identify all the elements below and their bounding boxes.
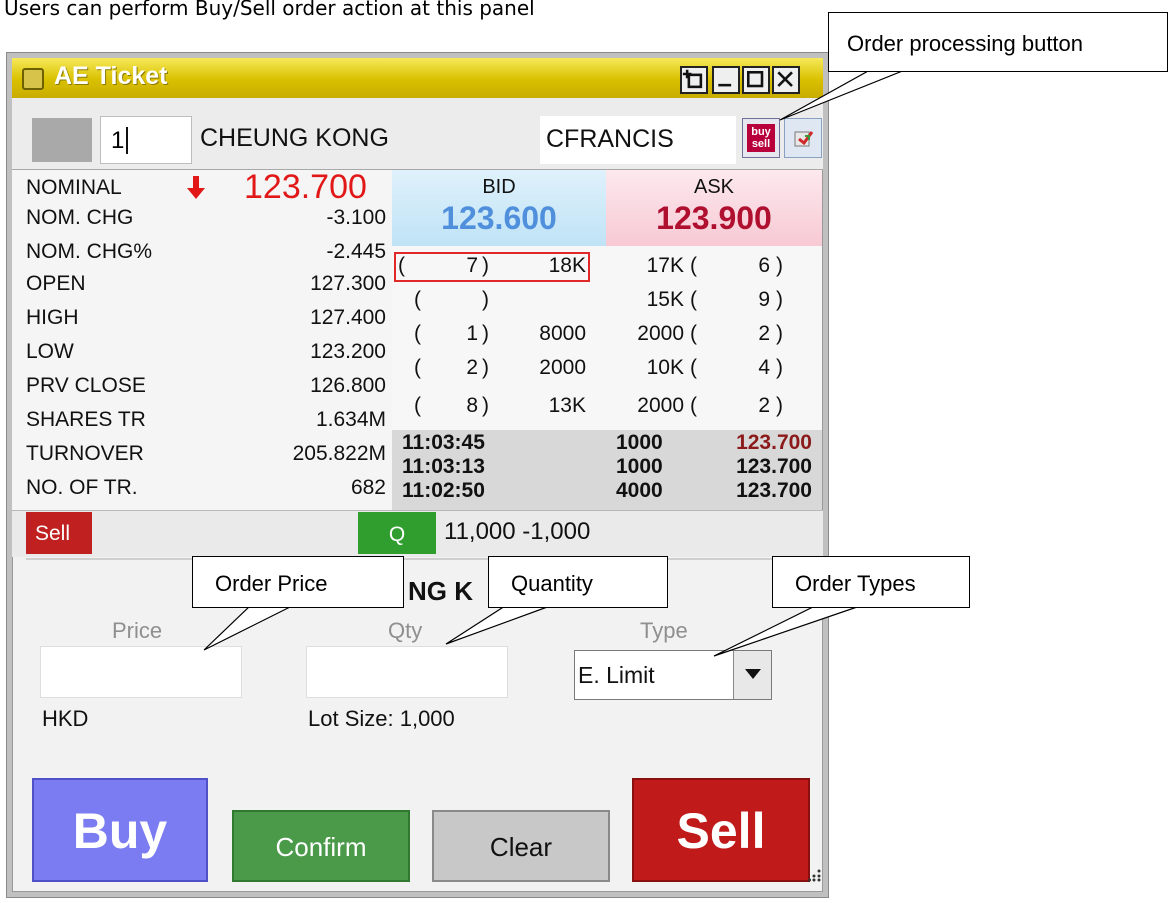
- callout-order-processing: Order processing button: [828, 12, 1168, 72]
- callout-quantity: Quantity: [488, 556, 668, 608]
- callout-pointers: [203, 69, 906, 657]
- callout-order-types: Order Types: [772, 556, 970, 608]
- callout-order-price: Order Price: [192, 556, 404, 608]
